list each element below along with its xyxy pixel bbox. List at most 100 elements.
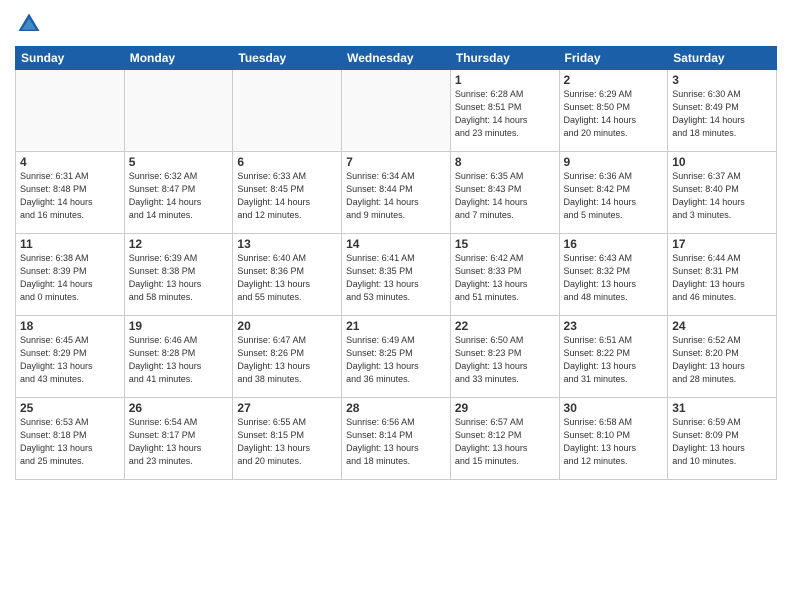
day-cell: 22Sunrise: 6:50 AMSunset: 8:23 PMDayligh… — [450, 316, 559, 398]
week-row-4: 18Sunrise: 6:45 AMSunset: 8:29 PMDayligh… — [16, 316, 777, 398]
day-info: Sunrise: 6:32 AMSunset: 8:47 PMDaylight:… — [129, 170, 229, 222]
weekday-header-friday: Friday — [559, 47, 668, 70]
day-cell: 2Sunrise: 6:29 AMSunset: 8:50 PMDaylight… — [559, 70, 668, 152]
day-cell: 31Sunrise: 6:59 AMSunset: 8:09 PMDayligh… — [668, 398, 777, 480]
day-number: 26 — [129, 401, 229, 415]
day-info: Sunrise: 6:49 AMSunset: 8:25 PMDaylight:… — [346, 334, 446, 386]
day-cell: 8Sunrise: 6:35 AMSunset: 8:43 PMDaylight… — [450, 152, 559, 234]
day-cell: 6Sunrise: 6:33 AMSunset: 8:45 PMDaylight… — [233, 152, 342, 234]
day-cell: 13Sunrise: 6:40 AMSunset: 8:36 PMDayligh… — [233, 234, 342, 316]
day-info: Sunrise: 6:55 AMSunset: 8:15 PMDaylight:… — [237, 416, 337, 468]
day-number: 24 — [672, 319, 772, 333]
day-info: Sunrise: 6:43 AMSunset: 8:32 PMDaylight:… — [564, 252, 664, 304]
day-info: Sunrise: 6:39 AMSunset: 8:38 PMDaylight:… — [129, 252, 229, 304]
day-number: 14 — [346, 237, 446, 251]
day-info: Sunrise: 6:59 AMSunset: 8:09 PMDaylight:… — [672, 416, 772, 468]
day-cell: 5Sunrise: 6:32 AMSunset: 8:47 PMDaylight… — [124, 152, 233, 234]
day-number: 11 — [20, 237, 120, 251]
day-number: 20 — [237, 319, 337, 333]
day-info: Sunrise: 6:54 AMSunset: 8:17 PMDaylight:… — [129, 416, 229, 468]
day-cell: 20Sunrise: 6:47 AMSunset: 8:26 PMDayligh… — [233, 316, 342, 398]
weekday-header-tuesday: Tuesday — [233, 47, 342, 70]
weekday-header-thursday: Thursday — [450, 47, 559, 70]
day-cell: 27Sunrise: 6:55 AMSunset: 8:15 PMDayligh… — [233, 398, 342, 480]
week-row-5: 25Sunrise: 6:53 AMSunset: 8:18 PMDayligh… — [16, 398, 777, 480]
day-cell: 28Sunrise: 6:56 AMSunset: 8:14 PMDayligh… — [342, 398, 451, 480]
day-cell: 24Sunrise: 6:52 AMSunset: 8:20 PMDayligh… — [668, 316, 777, 398]
weekday-header-saturday: Saturday — [668, 47, 777, 70]
page: SundayMondayTuesdayWednesdayThursdayFrid… — [0, 0, 792, 612]
day-info: Sunrise: 6:33 AMSunset: 8:45 PMDaylight:… — [237, 170, 337, 222]
weekday-header-wednesday: Wednesday — [342, 47, 451, 70]
day-info: Sunrise: 6:35 AMSunset: 8:43 PMDaylight:… — [455, 170, 555, 222]
header — [15, 10, 777, 38]
day-info: Sunrise: 6:52 AMSunset: 8:20 PMDaylight:… — [672, 334, 772, 386]
day-info: Sunrise: 6:34 AMSunset: 8:44 PMDaylight:… — [346, 170, 446, 222]
day-info: Sunrise: 6:56 AMSunset: 8:14 PMDaylight:… — [346, 416, 446, 468]
day-cell — [342, 70, 451, 152]
day-number: 9 — [564, 155, 664, 169]
day-info: Sunrise: 6:36 AMSunset: 8:42 PMDaylight:… — [564, 170, 664, 222]
day-cell: 12Sunrise: 6:39 AMSunset: 8:38 PMDayligh… — [124, 234, 233, 316]
day-info: Sunrise: 6:28 AMSunset: 8:51 PMDaylight:… — [455, 88, 555, 140]
day-number: 3 — [672, 73, 772, 87]
day-number: 25 — [20, 401, 120, 415]
day-cell — [16, 70, 125, 152]
day-cell: 18Sunrise: 6:45 AMSunset: 8:29 PMDayligh… — [16, 316, 125, 398]
day-number: 27 — [237, 401, 337, 415]
day-cell: 21Sunrise: 6:49 AMSunset: 8:25 PMDayligh… — [342, 316, 451, 398]
day-info: Sunrise: 6:51 AMSunset: 8:22 PMDaylight:… — [564, 334, 664, 386]
day-info: Sunrise: 6:50 AMSunset: 8:23 PMDaylight:… — [455, 334, 555, 386]
day-cell — [124, 70, 233, 152]
day-number: 4 — [20, 155, 120, 169]
day-number: 28 — [346, 401, 446, 415]
day-number: 30 — [564, 401, 664, 415]
day-info: Sunrise: 6:31 AMSunset: 8:48 PMDaylight:… — [20, 170, 120, 222]
day-cell: 11Sunrise: 6:38 AMSunset: 8:39 PMDayligh… — [16, 234, 125, 316]
day-cell: 23Sunrise: 6:51 AMSunset: 8:22 PMDayligh… — [559, 316, 668, 398]
day-number: 18 — [20, 319, 120, 333]
week-row-3: 11Sunrise: 6:38 AMSunset: 8:39 PMDayligh… — [16, 234, 777, 316]
day-cell: 17Sunrise: 6:44 AMSunset: 8:31 PMDayligh… — [668, 234, 777, 316]
day-number: 17 — [672, 237, 772, 251]
day-number: 16 — [564, 237, 664, 251]
day-cell: 7Sunrise: 6:34 AMSunset: 8:44 PMDaylight… — [342, 152, 451, 234]
day-info: Sunrise: 6:53 AMSunset: 8:18 PMDaylight:… — [20, 416, 120, 468]
day-number: 21 — [346, 319, 446, 333]
day-cell: 3Sunrise: 6:30 AMSunset: 8:49 PMDaylight… — [668, 70, 777, 152]
day-number: 5 — [129, 155, 229, 169]
day-number: 19 — [129, 319, 229, 333]
day-number: 13 — [237, 237, 337, 251]
day-number: 29 — [455, 401, 555, 415]
day-number: 6 — [237, 155, 337, 169]
day-cell: 19Sunrise: 6:46 AMSunset: 8:28 PMDayligh… — [124, 316, 233, 398]
day-info: Sunrise: 6:42 AMSunset: 8:33 PMDaylight:… — [455, 252, 555, 304]
logo-icon — [15, 10, 43, 38]
day-cell: 30Sunrise: 6:58 AMSunset: 8:10 PMDayligh… — [559, 398, 668, 480]
day-cell: 10Sunrise: 6:37 AMSunset: 8:40 PMDayligh… — [668, 152, 777, 234]
day-number: 15 — [455, 237, 555, 251]
weekday-header-sunday: Sunday — [16, 47, 125, 70]
day-cell: 9Sunrise: 6:36 AMSunset: 8:42 PMDaylight… — [559, 152, 668, 234]
day-cell: 16Sunrise: 6:43 AMSunset: 8:32 PMDayligh… — [559, 234, 668, 316]
logo — [15, 10, 47, 38]
day-info: Sunrise: 6:58 AMSunset: 8:10 PMDaylight:… — [564, 416, 664, 468]
day-cell: 14Sunrise: 6:41 AMSunset: 8:35 PMDayligh… — [342, 234, 451, 316]
week-row-1: 1Sunrise: 6:28 AMSunset: 8:51 PMDaylight… — [16, 70, 777, 152]
calendar-table: SundayMondayTuesdayWednesdayThursdayFrid… — [15, 46, 777, 480]
day-info: Sunrise: 6:45 AMSunset: 8:29 PMDaylight:… — [20, 334, 120, 386]
week-row-2: 4Sunrise: 6:31 AMSunset: 8:48 PMDaylight… — [16, 152, 777, 234]
day-info: Sunrise: 6:57 AMSunset: 8:12 PMDaylight:… — [455, 416, 555, 468]
day-number: 1 — [455, 73, 555, 87]
day-number: 23 — [564, 319, 664, 333]
day-cell: 1Sunrise: 6:28 AMSunset: 8:51 PMDaylight… — [450, 70, 559, 152]
day-info: Sunrise: 6:40 AMSunset: 8:36 PMDaylight:… — [237, 252, 337, 304]
day-number: 12 — [129, 237, 229, 251]
day-cell: 25Sunrise: 6:53 AMSunset: 8:18 PMDayligh… — [16, 398, 125, 480]
day-number: 7 — [346, 155, 446, 169]
day-number: 10 — [672, 155, 772, 169]
day-cell: 15Sunrise: 6:42 AMSunset: 8:33 PMDayligh… — [450, 234, 559, 316]
day-info: Sunrise: 6:47 AMSunset: 8:26 PMDaylight:… — [237, 334, 337, 386]
day-info: Sunrise: 6:30 AMSunset: 8:49 PMDaylight:… — [672, 88, 772, 140]
weekday-header-monday: Monday — [124, 47, 233, 70]
